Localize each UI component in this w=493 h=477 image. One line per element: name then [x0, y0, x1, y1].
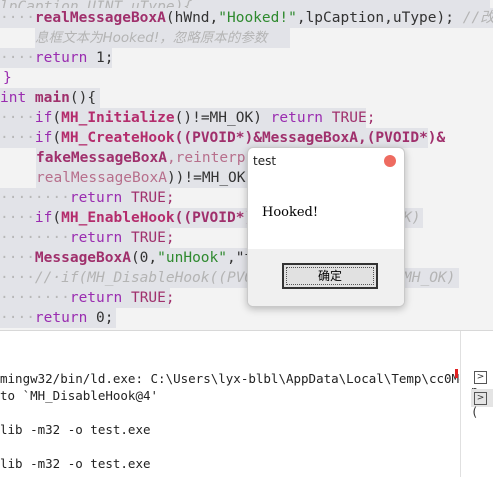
code-line: fakeMessageBoxA,reinterpret	[36, 148, 272, 168]
code-line: ········return TRUE;	[0, 188, 175, 208]
code-text: realMessageBoxA	[36, 170, 167, 186]
terminal-line: to `MH_DisableHook@4'	[0, 388, 159, 403]
code-text: ))!=MH_OK)	[166, 170, 255, 186]
code-text: (){	[69, 90, 97, 106]
code-text: MH_Initialize	[61, 110, 175, 126]
ok-button[interactable]: 确定	[282, 263, 378, 289]
error-marker	[455, 369, 458, 378]
code-line: ····if(MH_EnableHook((PVOID*)&	[0, 208, 262, 228]
code-line: K)	[403, 208, 423, 228]
code-text: MessageBoxA	[261, 130, 358, 146]
terminal-line: lib -m32 -o test.exe	[0, 422, 151, 437]
code-text: ((PVOID*)&	[174, 130, 262, 146]
terminal-list-item[interactable]: >(	[471, 389, 493, 419]
code-text: MH_CreateHook	[61, 130, 175, 146]
code-text: MH_EnableHook	[61, 210, 175, 226]
code-text: TRUE;	[122, 190, 175, 206]
code-line: ········return TRUE;	[0, 288, 175, 308]
code-keyword: if	[34, 210, 53, 226]
code-text: main	[26, 90, 70, 106]
code-text: realMessageBoxA	[34, 10, 166, 26]
code-text: MessageBoxA	[34, 250, 131, 266]
dialog-message: Hooked!	[262, 205, 319, 220]
chevron-right-icon: >	[474, 392, 487, 405]
code-line: MH_OK)	[403, 268, 459, 288]
code-comment: //改变消	[462, 10, 493, 26]
code-text: "unHook"	[157, 250, 227, 266]
code-line: ····if(MH_Initialize()!=MH_OK) return TR…	[0, 108, 376, 128]
code-keyword: int	[0, 90, 27, 106]
code-line: ····MessageBoxA(0,"unHook","te	[0, 248, 262, 268]
message-box-dialog: test Hooked! 确定	[247, 147, 405, 307]
code-text: TRUE;	[122, 230, 175, 246]
code-comment: 息框文本为Hooked!，忽略原本的参数	[35, 30, 268, 46]
terminal-list-panel: >p >(	[460, 331, 493, 477]
code-line: realMessageBoxA))!=MH_OK)	[36, 168, 254, 188]
code-keyword: return	[69, 290, 123, 306]
dialog-title: test	[253, 154, 277, 168]
code-text: ()!=MH_OK)	[174, 110, 271, 126]
code-text: 0;	[87, 310, 114, 326]
code-line: 息框文本为Hooked!，忽略原本的参数	[35, 28, 290, 48]
close-icon[interactable]	[384, 155, 396, 167]
code-comment: //·if(MH_DisableHook((PVOI	[34, 270, 262, 286]
code-text: (hWnd,	[165, 10, 219, 26]
terminal-panel[interactable]: mingw32/bin/ld.exe: C:\Users\lyx-blbl\Ap…	[0, 331, 467, 477]
terminal-line: mingw32/bin/ld.exe: C:\Users\lyx-blbl\Ap…	[0, 371, 467, 386]
code-text: (	[52, 210, 62, 226]
code-keyword: return	[69, 230, 123, 246]
code-line: ····realMessageBoxA(hWnd,"Hooked!",lpCap…	[0, 8, 493, 28]
code-line: int main(){	[0, 88, 100, 108]
code-keyword: if	[34, 130, 53, 146]
code-line: ····return 0;	[0, 308, 116, 328]
code-text: }	[3, 70, 12, 86]
code-keyword: return	[34, 50, 88, 66]
code-text: ,lpCaption,uType);	[296, 10, 454, 26]
dialog-footer: 确定	[248, 249, 404, 306]
code-line: ····//·if(MH_DisableHook((PVOI	[0, 268, 262, 288]
terminal-list-item[interactable]: >p	[471, 368, 493, 398]
code-line: ····return 1;	[0, 48, 114, 68]
code-text: (	[52, 130, 62, 146]
terminal-list-label: (	[471, 405, 479, 419]
code-keyword: if	[34, 110, 53, 126]
code-text: "Hooked!"	[218, 10, 297, 26]
code-text: (	[52, 110, 62, 126]
code-keyword: return	[69, 190, 123, 206]
code-text: (0,	[130, 250, 158, 266]
code-text: 1;	[87, 50, 114, 66]
code-line: ····if(MH_CreateHook((PVOID*)&MessageBox…	[0, 128, 446, 148]
code-line: }	[3, 68, 12, 88]
code-comment: MH_OK)	[403, 270, 456, 286]
code-text: ,(PVOID*)&	[357, 130, 446, 146]
code-line: ········return TRUE;	[0, 228, 175, 248]
code-text: TRUE;	[122, 290, 175, 306]
chevron-right-icon: >	[474, 371, 487, 384]
code-keyword: return	[270, 110, 324, 126]
code-text: K)	[403, 210, 421, 226]
code-keyword: return	[34, 310, 88, 326]
code-text: TRUE;	[323, 110, 376, 126]
code-text: fakeMessageBoxA	[36, 150, 167, 166]
terminal-line: lib -m32 -o test.exe	[0, 456, 151, 471]
